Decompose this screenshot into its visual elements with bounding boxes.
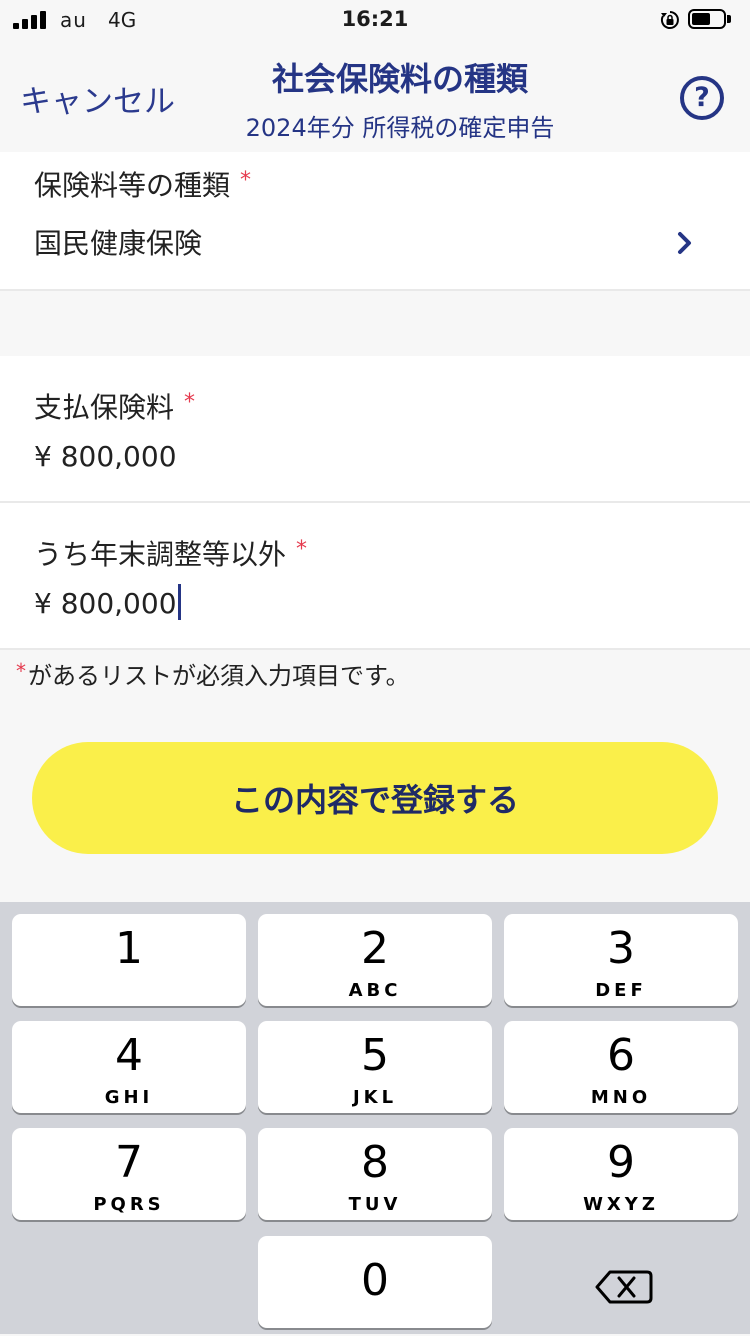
required-note: *があるリストが必須入力項目です。 xyxy=(16,659,410,690)
help-icon: ? xyxy=(694,82,710,113)
status-time: 16:21 xyxy=(341,7,409,31)
key-5[interactable]: 5 JKL xyxy=(258,1021,492,1113)
excluding-year-end-input[interactable]: ¥ 800,000 xyxy=(34,584,181,623)
insurance-type-label: 保険料等の種類 * xyxy=(34,168,252,202)
premium-paid-label: 支払保険料 * xyxy=(34,390,196,424)
key-8[interactable]: 8 TUV xyxy=(258,1128,492,1220)
required-mark: * xyxy=(296,537,308,562)
insurance-type-value: 国民健康保険 xyxy=(34,227,203,260)
key-6[interactable]: 6 MNO xyxy=(504,1021,738,1113)
key-0[interactable]: 0 xyxy=(258,1236,492,1328)
text-cursor xyxy=(177,584,181,620)
required-mark: * xyxy=(184,390,196,415)
excluding-year-end-row: うち年末調整等以外 * ¥ 800,000 xyxy=(0,503,750,649)
page-title: 社会保険料の種類 xyxy=(271,60,528,98)
insurance-type-row[interactable]: 保険料等の種類 * 国民健康保険 xyxy=(0,152,750,290)
key-1[interactable]: 1 xyxy=(12,914,246,1006)
key-2[interactable]: 2 ABC xyxy=(258,914,492,1006)
key-9[interactable]: 9 WXYZ xyxy=(504,1128,738,1220)
delete-key[interactable] xyxy=(504,1240,738,1332)
register-button[interactable]: この内容で登録する xyxy=(32,742,718,854)
key-3[interactable]: 3 DEF xyxy=(504,914,738,1006)
battery-icon xyxy=(688,9,734,31)
help-button[interactable]: ? xyxy=(680,76,724,120)
key-4[interactable]: 4 GHI xyxy=(12,1021,246,1113)
premium-paid-row: 支払保険料 * ¥ 800,000 xyxy=(0,356,750,502)
chevron-right-icon xyxy=(678,232,691,254)
required-mark: * xyxy=(240,168,252,193)
divider xyxy=(0,289,750,291)
navigation-bar: キャンセル 社会保険料の種類 2024年分 所得税の確定申告 ? xyxy=(0,40,750,152)
backspace-icon xyxy=(595,1270,653,1304)
rotation-lock-icon xyxy=(660,11,679,29)
numeric-keypad: 1 2 ABC 3 DEF 4 GHI 5 JKL 6 MNO 7 PQRS 8… xyxy=(0,902,750,1334)
excluding-year-end-label: うち年末調整等以外 * xyxy=(34,537,308,571)
status-bar: au 4G 16:21 xyxy=(0,0,750,40)
divider xyxy=(0,648,750,650)
premium-paid-input[interactable]: ¥ 800,000 xyxy=(34,440,177,473)
required-mark: * xyxy=(16,659,26,683)
key-7[interactable]: 7 PQRS xyxy=(12,1128,246,1220)
page-subtitle: 2024年分 所得税の確定申告 xyxy=(245,114,555,142)
